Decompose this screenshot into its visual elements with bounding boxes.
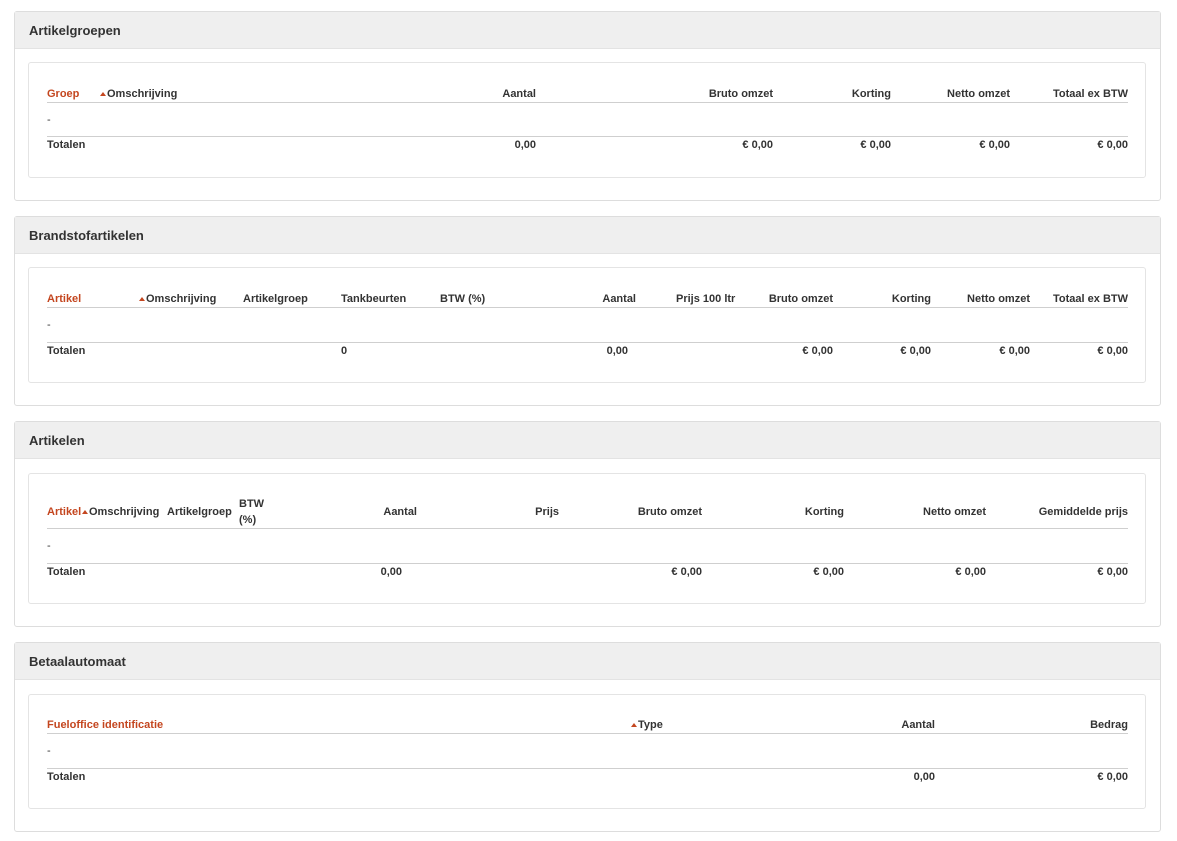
totals-korting: € 0,00 bbox=[900, 345, 931, 357]
col-header-prijs[interactable]: Prijs bbox=[535, 506, 559, 518]
totals-korting: € 0,00 bbox=[860, 139, 891, 151]
totals-aantal: 0,00 bbox=[913, 771, 935, 783]
totals-bedrag: € 0,00 bbox=[1097, 771, 1128, 783]
table-container-artikelen: Artikel Omschrijving Artikelgroep BTW (%… bbox=[28, 473, 1146, 604]
col-header-korting[interactable]: Korting bbox=[852, 88, 891, 100]
totals-label: Totalen bbox=[47, 566, 86, 578]
col-header-btw[interactable]: BTW (%) bbox=[440, 293, 485, 305]
col-header-fueloffice-identificatie[interactable]: Fueloffice identificatie bbox=[47, 719, 163, 731]
table-container-artikelgroepen: Groep Omschrijving Aantal Bruto omzet Ko… bbox=[28, 62, 1146, 178]
panel-title-artikelen: Artikelen bbox=[15, 422, 1160, 459]
totals-totaal-ex-btw: € 0,00 bbox=[1097, 345, 1128, 357]
totals-netto-omzet: € 0,00 bbox=[979, 139, 1010, 151]
col-header-aantal[interactable]: Aantal bbox=[901, 719, 935, 731]
totals-aantal: 0,00 bbox=[514, 139, 536, 151]
totals-korting: € 0,00 bbox=[813, 566, 844, 578]
col-header-artikel[interactable]: Artikel bbox=[47, 506, 81, 518]
col-header-omschrijving[interactable]: Omschrijving bbox=[89, 506, 159, 518]
col-header-artikelgroep[interactable]: Artikelgroep bbox=[167, 506, 232, 518]
col-header-omschrijving[interactable]: Omschrijving bbox=[146, 293, 216, 305]
totals-row: Totalen 0,00 € 0,00 € 0,00 € 0,00 € 0,00 bbox=[47, 564, 1128, 584]
totals-tankbeurten: 0 bbox=[341, 345, 348, 357]
col-header-artikelgroep[interactable]: Artikelgroep bbox=[243, 293, 308, 305]
panel-brandstofartikelen: Brandstofartikelen Artikel Omschrijving … bbox=[14, 216, 1161, 406]
table-row: - bbox=[47, 308, 1128, 343]
col-header-bruto-omzet[interactable]: Bruto omzet bbox=[638, 506, 702, 518]
col-header-bruto-omzet[interactable]: Bruto omzet bbox=[769, 293, 833, 305]
totals-label: Totalen bbox=[47, 345, 86, 357]
col-header-totaal-ex-btw[interactable]: Totaal ex BTW bbox=[1053, 293, 1128, 305]
table-artikelgroepen: Groep Omschrijving Aantal Bruto omzet Ko… bbox=[47, 87, 1128, 157]
totals-netto-omzet: € 0,00 bbox=[955, 566, 986, 578]
table-header-row: Groep Omschrijving Aantal Bruto omzet Ko… bbox=[47, 87, 1128, 103]
col-header-netto-omzet[interactable]: Netto omzet bbox=[967, 293, 1030, 305]
panel-betaalautomaat: Betaalautomaat Fueloffice identificatie … bbox=[14, 642, 1161, 832]
panel-artikelgroepen: Artikelgroepen Groep Omschrijving Aantal… bbox=[14, 11, 1161, 201]
empty-cell: - bbox=[47, 114, 51, 126]
totals-row: Totalen 0,00 € 0,00 bbox=[47, 769, 1128, 789]
totals-label: Totalen bbox=[47, 771, 86, 783]
table-row: - bbox=[47, 103, 1128, 137]
col-header-btw-line2[interactable]: (%) bbox=[239, 514, 256, 526]
table-container-brandstofartikelen: Artikel Omschrijving Artikelgroep Tankbe… bbox=[28, 267, 1146, 383]
col-header-netto-omzet[interactable]: Netto omzet bbox=[947, 88, 1010, 100]
table-row: - bbox=[47, 734, 1128, 769]
col-header-bruto-omzet[interactable]: Bruto omzet bbox=[709, 88, 773, 100]
table-artikelen: Artikel Omschrijving Artikelgroep BTW (%… bbox=[47, 496, 1128, 584]
totals-bruto-omzet: € 0,00 bbox=[742, 139, 773, 151]
table-header-row: Artikel Omschrijving Artikelgroep Tankbe… bbox=[47, 292, 1128, 308]
col-header-artikel[interactable]: Artikel bbox=[47, 293, 81, 305]
totals-row: Totalen 0,00 € 0,00 € 0,00 € 0,00 € 0,00 bbox=[47, 137, 1128, 157]
totals-gemiddelde-prijs: € 0,00 bbox=[1097, 566, 1128, 578]
table-container-betaalautomaat: Fueloffice identificatie Type Aantal Bed… bbox=[28, 694, 1146, 809]
empty-cell: - bbox=[47, 319, 51, 331]
col-header-bedrag[interactable]: Bedrag bbox=[1090, 719, 1128, 731]
totals-label: Totalen bbox=[47, 139, 86, 151]
totals-bruto-omzet: € 0,00 bbox=[802, 345, 833, 357]
col-header-aantal[interactable]: Aantal bbox=[602, 293, 636, 305]
table-brandstofartikelen: Artikel Omschrijving Artikelgroep Tankbe… bbox=[47, 292, 1128, 363]
col-header-groep[interactable]: Groep bbox=[47, 88, 79, 100]
col-header-gemiddelde-prijs[interactable]: Gemiddelde prijs bbox=[1039, 506, 1128, 518]
col-header-aantal[interactable]: Aantal bbox=[502, 88, 536, 100]
totals-netto-omzet: € 0,00 bbox=[999, 345, 1030, 357]
sort-arrow-icon[interactable] bbox=[100, 92, 106, 96]
col-header-omschrijving[interactable]: Omschrijving bbox=[107, 88, 177, 100]
panel-title-betaalautomaat: Betaalautomaat bbox=[15, 643, 1160, 680]
table-betaalautomaat: Fueloffice identificatie Type Aantal Bed… bbox=[47, 718, 1128, 789]
sort-arrow-icon[interactable] bbox=[82, 510, 88, 514]
col-header-korting[interactable]: Korting bbox=[805, 506, 844, 518]
col-header-aantal[interactable]: Aantal bbox=[383, 506, 417, 518]
col-header-totaal-ex-btw[interactable]: Totaal ex BTW bbox=[1053, 88, 1128, 100]
col-header-btw-line1[interactable]: BTW bbox=[239, 498, 264, 510]
totals-row: Totalen 0 0,00 € 0,00 € 0,00 € 0,00 € 0,… bbox=[47, 343, 1128, 363]
col-header-korting[interactable]: Korting bbox=[892, 293, 931, 305]
table-header-row: Fueloffice identificatie Type Aantal Bed… bbox=[47, 718, 1128, 734]
col-header-netto-omzet[interactable]: Netto omzet bbox=[923, 506, 986, 518]
totals-totaal-ex-btw: € 0,00 bbox=[1097, 139, 1128, 151]
col-header-type[interactable]: Type bbox=[638, 719, 663, 731]
empty-cell: - bbox=[47, 540, 51, 552]
table-header-row: Artikel Omschrijving Artikelgroep BTW (%… bbox=[47, 496, 1128, 529]
totals-bruto-omzet: € 0,00 bbox=[671, 566, 702, 578]
empty-cell: - bbox=[47, 745, 51, 757]
panel-title-brandstofartikelen: Brandstofartikelen bbox=[15, 217, 1160, 254]
col-header-tankbeurten[interactable]: Tankbeurten bbox=[341, 293, 406, 305]
sort-arrow-icon[interactable] bbox=[139, 297, 145, 301]
totals-aantal: 0,00 bbox=[606, 345, 628, 357]
sort-arrow-icon[interactable] bbox=[631, 723, 637, 727]
col-header-prijs-100-ltr[interactable]: Prijs 100 ltr bbox=[676, 293, 735, 305]
panel-title-artikelgroepen: Artikelgroepen bbox=[15, 12, 1160, 49]
totals-aantal: 0,00 bbox=[380, 566, 402, 578]
table-row: - bbox=[47, 529, 1128, 564]
panel-artikelen: Artikelen Artikel Omschrijving Artikelgr… bbox=[14, 421, 1161, 627]
